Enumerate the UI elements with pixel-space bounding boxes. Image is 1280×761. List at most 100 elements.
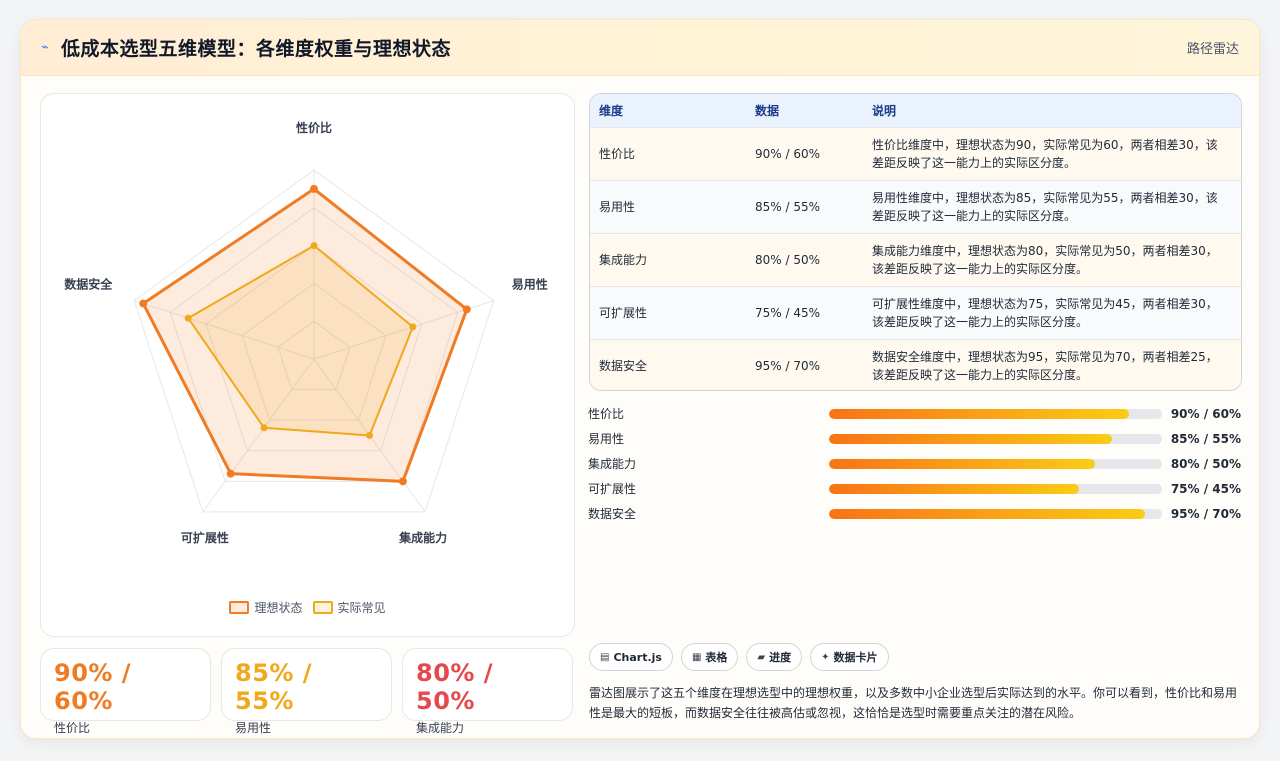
chip-chartjs[interactable]: ▤ Chart.js xyxy=(589,643,673,671)
chip-progress[interactable]: ▰ 进度 xyxy=(746,643,803,671)
bolt-icon: ⌁ xyxy=(41,40,49,55)
stat-value: 85% / 55% xyxy=(235,659,313,715)
stat-value: 90% / 60% xyxy=(54,659,132,715)
chip-label: Chart.js xyxy=(613,650,662,664)
radar-data-point xyxy=(310,184,318,193)
table-row: 易用性 85% / 55% 易用性维度中，理想状态为85，实际常见为55，两者相… xyxy=(590,180,1241,233)
legend-swatch-ideal xyxy=(229,601,250,614)
progress-track xyxy=(828,408,1162,419)
tech-chips: ▤ Chart.js ▦ 表格 ▰ 进度 ✦ 数据卡片 xyxy=(589,643,889,671)
stat-card: 85% / 55% 易用性 xyxy=(221,648,392,735)
table-cell-data: 75% / 45% xyxy=(755,305,821,320)
progress-track xyxy=(828,483,1162,494)
table-cell-description: 集成能力维度中，理想状态为80，实际常见为50，两者相差30，该差距反映了这一能… xyxy=(872,243,1218,276)
stat-cards: 90% / 60% 性价比 85% / 55% 易用性 80% / 50% 集成… xyxy=(40,648,573,735)
stat-card: 80% / 50% 集成能力 xyxy=(402,648,573,735)
card-icon: ✦ xyxy=(821,651,830,663)
radar-data-point xyxy=(310,242,318,250)
chip-data-card[interactable]: ✦ 数据卡片 xyxy=(810,643,889,671)
table-icon: ▦ xyxy=(691,651,702,663)
radar-nav-link[interactable]: 路径雷达 xyxy=(1187,38,1239,57)
table-header-row: 维度 数据 说明 xyxy=(590,94,1241,127)
table-cell-data: 95% / 70% xyxy=(755,358,821,373)
table-cell-description: 易用性维度中，理想状态为85，实际常见为55，两者相差30，该差距反映了这一能力… xyxy=(872,190,1218,223)
table-header-dimension: 维度 xyxy=(599,103,624,118)
progress-row: 易用性 85% / 55% xyxy=(588,426,1241,451)
chip-label: 数据卡片 xyxy=(833,651,878,664)
radar-axis-label: 数据安全 xyxy=(64,277,113,292)
table-row: 可扩展性 75% / 45% 可扩展性维度中，理想状态为75，实际常见为45，两… xyxy=(590,286,1241,339)
progress-value: 90% / 60% xyxy=(1170,406,1241,421)
table-row: 集成能力 80% / 50% 集成能力维度中，理想状态为80，实际常见为50，两… xyxy=(590,233,1241,286)
legend-item-ideal[interactable]: 理想状态 xyxy=(229,599,303,616)
progress-label: 可扩展性 xyxy=(588,482,637,496)
header: ⌁ 低成本选型五维模型：各维度权重与理想状态 路径雷达 xyxy=(21,20,1259,76)
radar-data-point xyxy=(462,305,471,314)
table-cell-dimension: 集成能力 xyxy=(599,253,648,267)
progress-track xyxy=(828,433,1162,444)
progress-value: 95% / 70% xyxy=(1170,506,1241,521)
chip-label: 进度 xyxy=(769,651,792,664)
legend-label-ideal: 理想状态 xyxy=(254,601,303,615)
data-table: 维度 数据 说明 性价比 90% / 60% 性价比维度中，理想状态为90，实际… xyxy=(589,93,1242,391)
progress-fill xyxy=(828,433,1112,444)
table-row: 性价比 90% / 60% 性价比维度中，理想状态为90，实际常见为60，两者相… xyxy=(590,127,1241,180)
table-cell-data: 85% / 55% xyxy=(755,199,821,214)
radar-axis-label: 可扩展性 xyxy=(181,530,229,545)
radar-data-point xyxy=(184,314,192,322)
table-cell-description: 可扩展性维度中，理想状态为75，实际常见为45，两者相差30，该差距反映了这一能… xyxy=(872,296,1218,329)
table-cell-data: 90% / 60% xyxy=(755,146,821,161)
progress-row: 数据安全 95% / 70% xyxy=(588,501,1241,526)
chart-icon: ▤ xyxy=(600,651,610,663)
chart-legend: 理想状态 实际常见 xyxy=(41,599,574,616)
progress-value: 75% / 45% xyxy=(1170,481,1241,496)
progress-label: 数据安全 xyxy=(588,507,637,521)
stat-card: 90% / 60% 性价比 xyxy=(40,648,211,735)
table-cell-data: 80% / 50% xyxy=(755,252,821,267)
stat-value: 80% / 50% xyxy=(416,659,494,715)
progress-icon: ▰ xyxy=(757,651,766,663)
stat-label: 易用性 xyxy=(235,721,272,735)
table-row: 数据安全 95% / 70% 数据安全维度中，理想状态为95，实际常见为70，两… xyxy=(590,339,1241,390)
chip-label: 表格 xyxy=(705,651,728,664)
table-cell-dimension: 数据安全 xyxy=(599,359,648,374)
progress-row: 性价比 90% / 60% xyxy=(588,401,1241,426)
progress-fill xyxy=(828,508,1146,519)
radar-data-point xyxy=(260,424,268,432)
progress-fill xyxy=(828,458,1096,469)
radar-data-point xyxy=(398,477,407,486)
radar-data-point xyxy=(366,431,374,439)
legend-label-actual: 实际常见 xyxy=(337,601,386,615)
progress-fill xyxy=(828,408,1129,419)
main-card: ⌁ 低成本选型五维模型：各维度权重与理想状态 路径雷达 性价比 易用性 集成能力 可扩… xyxy=(20,19,1260,739)
description-text: 雷达图展示了这五个维度在理想选型中的理想权重，以及多数中小企业选型后实际达到的水… xyxy=(589,686,1238,720)
table-cell-dimension: 易用性 xyxy=(599,200,636,214)
progress-value: 85% / 55% xyxy=(1170,431,1241,446)
progress-fill xyxy=(828,483,1079,494)
radar-data-point xyxy=(226,469,235,478)
stat-label: 集成能力 xyxy=(416,721,465,735)
legend-swatch-actual xyxy=(312,601,333,614)
radar-data-point xyxy=(409,323,417,331)
progress-row: 集成能力 80% / 50% xyxy=(588,451,1241,476)
table-cell-dimension: 可扩展性 xyxy=(599,306,648,320)
stat-label: 性价比 xyxy=(54,721,91,735)
page-title: 低成本选型五维模型：各维度权重与理想状态 xyxy=(61,38,452,60)
radar-data-point xyxy=(139,299,148,308)
radar-axis-label: 集成能力 xyxy=(398,530,447,545)
radar-axis-label: 易用性 xyxy=(512,277,548,292)
progress-label: 性价比 xyxy=(588,407,625,421)
radar-axis-label: 性价比 xyxy=(295,120,332,135)
legend-item-actual[interactable]: 实际常见 xyxy=(312,599,386,616)
chip-table[interactable]: ▦ 表格 xyxy=(680,643,739,671)
progress-row: 可扩展性 75% / 45% xyxy=(588,476,1241,501)
progress-bars: 性价比 90% / 60% 易用性 85% / 55% 集成能力 80% / 5… xyxy=(588,401,1241,526)
radar-chart-panel: 性价比易用性集成能力 可扩展性 数据安全 理想状态 实际常见 xyxy=(40,93,575,637)
table-cell-description: 数据安全维度中，理想状态为95，实际常见为70，两者相差25，该差距反映了这一能… xyxy=(872,349,1218,382)
progress-label: 易用性 xyxy=(588,432,625,446)
progress-track xyxy=(828,458,1162,469)
table-header-data: 数据 xyxy=(755,103,780,118)
table-cell-description: 性价比维度中，理想状态为90，实际常见为60，两者相差30，该差距反映了这一能力… xyxy=(872,137,1218,170)
table-cell-dimension: 性价比 xyxy=(599,147,636,161)
progress-track xyxy=(828,508,1162,519)
